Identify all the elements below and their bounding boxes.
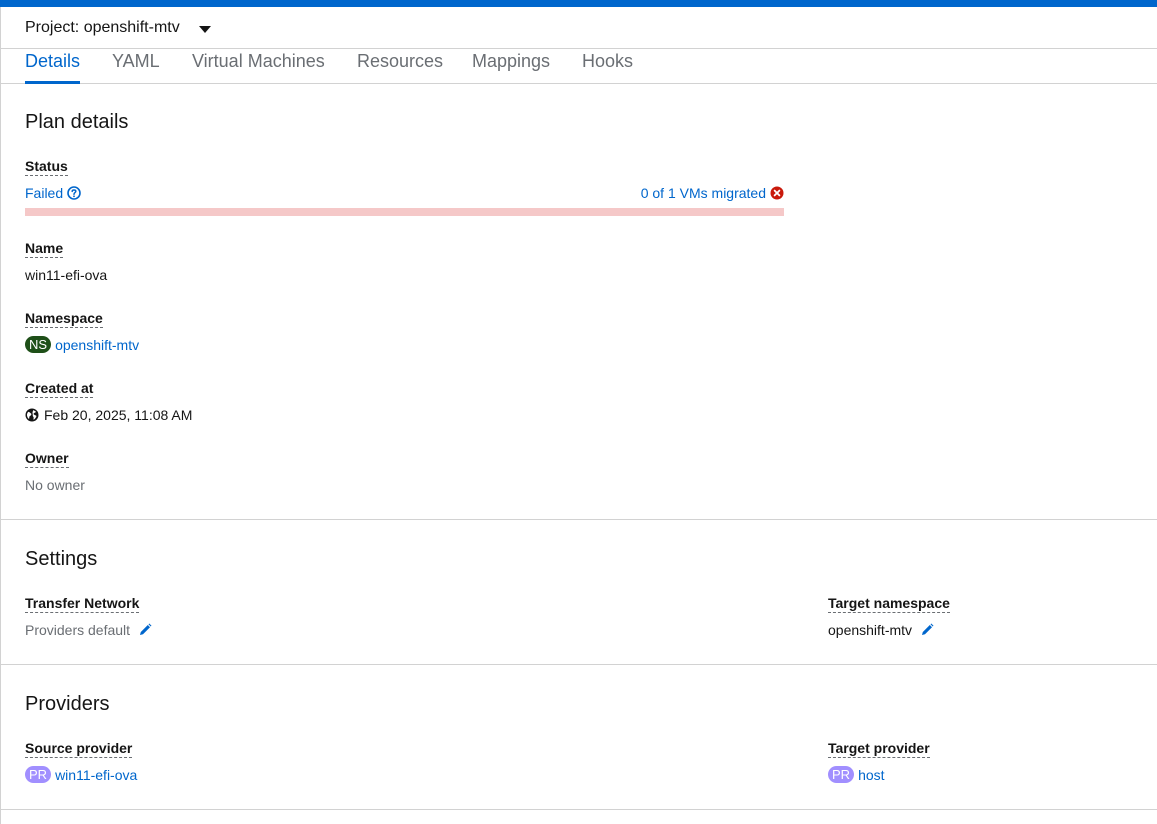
status-label[interactable]: Status [25,158,68,176]
migration-summary[interactable]: 0 of 1 VMs migrated [641,185,784,201]
masthead-accent-bar [0,0,1157,7]
project-selector-label: Project: openshift-mtv [25,19,180,36]
globe-icon [25,408,39,422]
created-at-text: Feb 20, 2025, 11:08 AM [44,407,193,423]
target-provider-link[interactable]: host [858,767,884,783]
question-circle-icon[interactable] [67,186,81,200]
transfer-network-label[interactable]: Transfer Network [25,595,140,613]
target-namespace-value: openshift-mtv [828,622,934,638]
created-at-value: Feb 20, 2025, 11:08 AM [25,407,192,423]
settings-heading: Settings [25,548,98,570]
namespace-label[interactable]: Namespace [25,310,103,328]
target-provider-label[interactable]: Target provider [828,740,930,758]
tab-virtual-machines[interactable]: Virtual Machines [192,51,325,84]
migration-progress-bar [25,208,784,216]
target-provider-value: PR host [828,766,885,783]
providers-section: Providers Source provider PR win11-efi-o… [1,665,1157,810]
namespace-link[interactable]: openshift-mtv [55,337,139,353]
caret-down-icon [198,25,211,33]
transfer-network-text: Providers default [25,622,131,638]
pencil-icon[interactable] [138,623,152,637]
name-value: win11-efi-ova [25,267,108,283]
owner-label[interactable]: Owner [25,450,69,468]
namespace-value: NS openshift-mtv [25,336,139,353]
name-label[interactable]: Name [25,240,64,258]
created-at-label[interactable]: Created at [25,380,94,398]
tab-resources[interactable]: Resources [357,51,443,84]
plan-details-heading: Plan details [25,111,129,133]
tab-hooks[interactable]: Hooks [582,51,633,84]
target-namespace-text: openshift-mtv [828,622,913,638]
tab-details[interactable]: Details [25,51,81,84]
plan-details-section: Plan details Status Failed 0 of 1 VMs mi… [1,84,1157,520]
owner-value: No owner [25,477,85,493]
plan-tabs: Details YAML Virtual Machines Resources … [0,49,1157,84]
pencil-icon[interactable] [920,623,934,637]
migration-summary-text[interactable]: 0 of 1 VMs migrated [641,185,766,201]
target-provider-badge: PR [828,766,855,783]
source-provider-label[interactable]: Source provider [25,740,133,758]
tab-mappings[interactable]: Mappings [472,51,550,84]
providers-heading: Providers [25,693,110,715]
project-bar: Project: openshift-mtv [0,7,1157,49]
source-provider-link[interactable]: win11-efi-ova [55,767,137,783]
times-circle-icon [770,186,784,200]
project-selector[interactable]: Project: openshift-mtv [25,19,211,37]
settings-section: Settings Transfer Network Providers defa… [1,520,1157,665]
source-provider-value: PR win11-efi-ova [25,766,137,783]
status-text[interactable]: Failed [25,185,63,201]
source-provider-badge: PR [25,766,52,783]
status-value[interactable]: Failed [25,185,81,201]
tab-yaml[interactable]: YAML [112,51,160,84]
namespace-badge: NS [25,336,52,353]
target-namespace-label[interactable]: Target namespace [828,595,950,613]
transfer-network-value: Providers default [25,622,152,638]
